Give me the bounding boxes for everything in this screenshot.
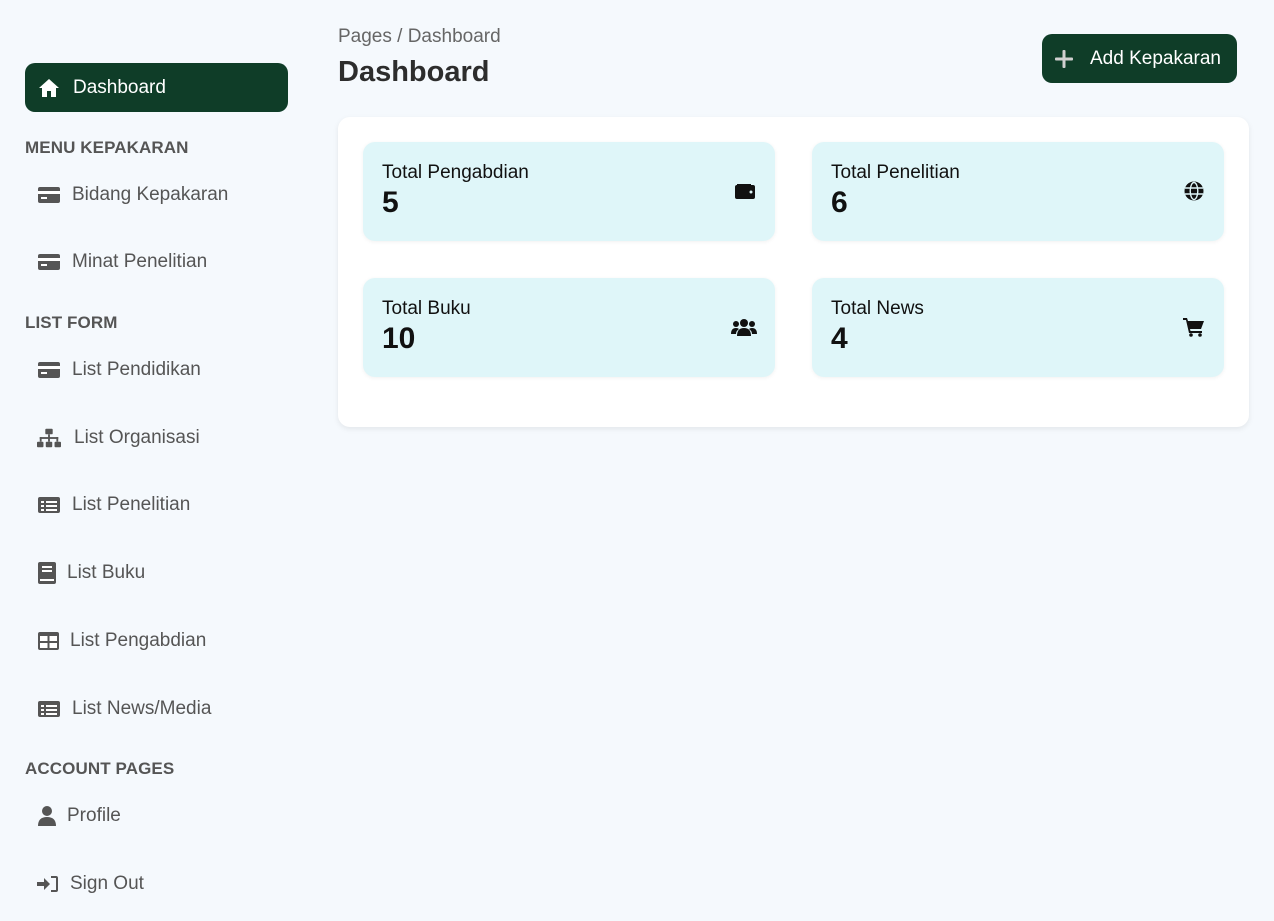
page-title: Dashboard <box>338 56 490 88</box>
shopping-cart-icon <box>1182 315 1206 339</box>
sidebar-item-label: Minat Penelitian <box>72 251 208 272</box>
sidebar-item-label: List News/Media <box>72 698 212 719</box>
sidebar-item-list-organisasi[interactable]: List Organisasi <box>37 423 200 453</box>
stat-value: 4 <box>831 322 848 355</box>
sidebar-item-label: Bidang Kepakaran <box>72 184 229 205</box>
user-icon <box>37 804 56 828</box>
section-title-list-form: LIST FORM <box>25 313 118 332</box>
sidebar-item-list-penelitian[interactable]: List Penelitian <box>37 490 190 520</box>
sidebar-item-profile[interactable]: Profile <box>37 801 121 831</box>
stat-card-buku[interactable]: Total Buku 10 <box>363 278 775 377</box>
sidebar-item-dashboard[interactable]: Dashboard <box>25 63 288 112</box>
stat-card-pengabdian[interactable]: Total Pengabdian 5 <box>363 142 775 241</box>
sidebar-item-minat-penelitian[interactable]: Minat Penelitian <box>37 247 207 277</box>
credit-card-icon <box>37 183 61 207</box>
home-icon <box>38 77 60 99</box>
sidebar-item-list-pendidikan[interactable]: List Pendidikan <box>37 355 201 385</box>
sidebar-item-label: Sign Out <box>70 873 144 894</box>
stat-value: 10 <box>382 322 416 355</box>
book-icon <box>37 561 56 585</box>
globe-icon <box>1182 179 1206 203</box>
sidebar-item-label: Profile <box>67 805 121 826</box>
stat-label: Total News <box>831 298 924 319</box>
add-button-label: Add Kepakaran <box>1090 47 1221 69</box>
stat-label: Total Buku <box>382 298 471 319</box>
plus-icon <box>1054 49 1074 69</box>
sitemap-icon <box>37 426 61 450</box>
sidebar-item-label: List Pendidikan <box>72 359 201 380</box>
sign-in-icon <box>37 872 59 896</box>
stat-card-penelitian[interactable]: Total Penelitian 6 <box>812 142 1224 241</box>
sidebar-item-bidang-kepakaran[interactable]: Bidang Kepakaran <box>37 180 228 210</box>
stat-card-news[interactable]: Total News 4 <box>812 278 1224 377</box>
sidebar-item-label: Dashboard <box>73 76 166 98</box>
stat-label: Total Pengabdian <box>382 162 529 183</box>
sidebar-item-label: List Organisasi <box>74 427 200 448</box>
sidebar: Dashboard MENU KEPAKARAN Bidang Kepakara… <box>25 63 288 894</box>
breadcrumb: Pages / Dashboard <box>338 26 501 47</box>
stats-panel: Total Pengabdian 5 Total Penelitian 6 To… <box>338 117 1249 427</box>
stat-value: 5 <box>382 186 399 219</box>
stat-label: Total Penelitian <box>831 162 960 183</box>
sidebar-item-label: List Penelitian <box>72 494 191 515</box>
sidebar-item-label: List Pengabdian <box>70 630 207 651</box>
sidebar-item-list-news-media[interactable]: List News/Media <box>37 694 211 724</box>
wallet-icon <box>733 179 757 203</box>
sidebar-item-list-buku[interactable]: List Buku <box>37 558 145 588</box>
section-title-menu-kepakaran: MENU KEPAKARAN <box>25 138 189 157</box>
table-icon <box>37 629 59 653</box>
credit-card-icon <box>37 250 61 274</box>
credit-card-icon <box>37 358 61 382</box>
sidebar-item-sign-out[interactable]: Sign Out <box>37 869 144 899</box>
users-icon <box>731 315 757 339</box>
section-title-account-pages: ACCOUNT PAGES <box>25 759 175 778</box>
add-kepakaran-button[interactable]: Add Kepakaran <box>1042 34 1237 83</box>
sidebar-item-label: List Buku <box>67 562 146 583</box>
sidebar-item-list-pengabdian[interactable]: List Pengabdian <box>37 626 206 656</box>
stat-value: 6 <box>831 186 848 219</box>
list-alt-icon <box>37 697 61 721</box>
list-alt-icon <box>37 493 61 517</box>
